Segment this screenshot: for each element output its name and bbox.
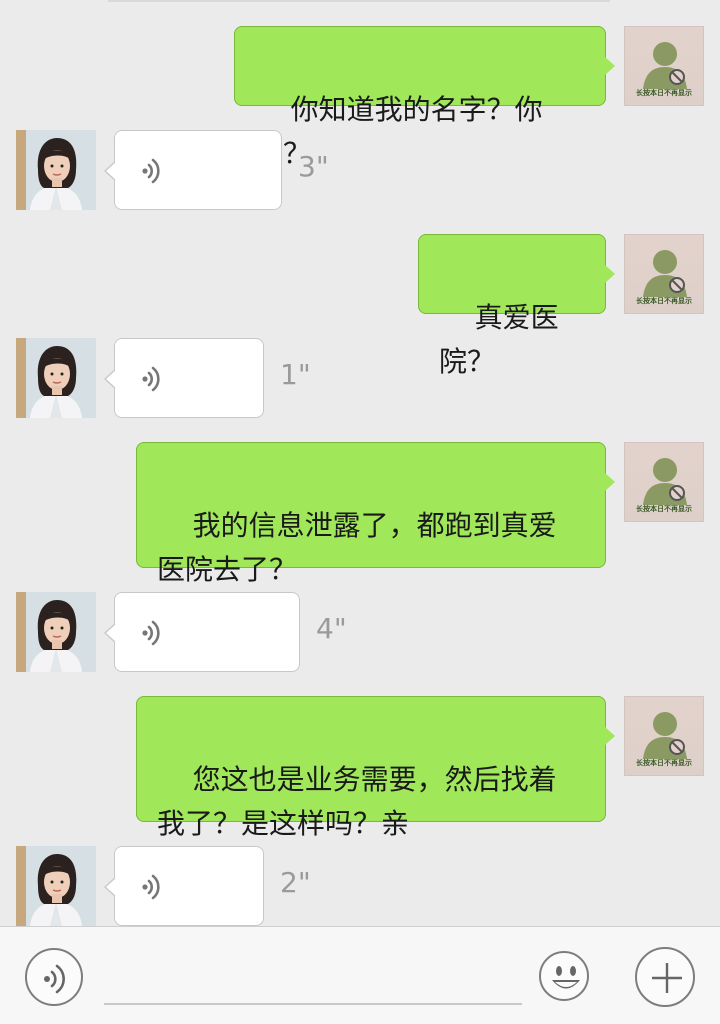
my-avatar[interactable]: 长按本日不再显示	[624, 26, 704, 106]
outgoing-message-bubble[interactable]: 你知道我的名字？你是？	[234, 26, 615, 170]
voice-duration: 2"	[280, 866, 311, 899]
message-text: 真爱医院？	[439, 301, 559, 378]
more-button[interactable]	[635, 947, 695, 1007]
voice-wave-icon	[142, 874, 160, 900]
voice-message-bubble[interactable]	[104, 130, 282, 210]
contact-photo	[16, 592, 96, 672]
smiley-icon	[552, 966, 580, 989]
contact-avatar[interactable]	[16, 846, 96, 926]
contact-photo	[16, 130, 96, 210]
chat-input-bar	[0, 926, 720, 1024]
voice-wave-icon	[142, 366, 160, 392]
voice-message-bubble[interactable]	[104, 846, 264, 926]
contact-avatar[interactable]	[16, 592, 96, 672]
outgoing-message-bubble[interactable]: 您这也是业务需要，然后找着 我了？是这样吗？亲	[136, 696, 615, 840]
emoji-button[interactable]	[539, 951, 589, 1001]
message-input[interactable]	[104, 941, 522, 1005]
avatar-caption: 长按本日不再显示	[636, 89, 692, 97]
contact-photo	[16, 338, 96, 418]
message-text: 我的信息泄露了，都跑到真爱 医院去了？	[157, 509, 557, 586]
outgoing-message-bubble[interactable]: 真爱医院？	[418, 234, 615, 378]
contact-avatar[interactable]	[16, 338, 96, 418]
plus-icon	[652, 963, 682, 993]
my-avatar[interactable]: 长按本日不再显示	[624, 696, 704, 776]
avatar-caption: 长按本日不再显示	[636, 297, 692, 305]
voice-wave-icon	[142, 620, 160, 646]
my-avatar[interactable]: 长按本日不再显示	[624, 234, 704, 314]
voice-message-bubble[interactable]	[104, 592, 300, 672]
chat-screen: 你知道我的名字？你是？ 长按本日不再显示 3" 真爱医院？ 长按本日不再显示 1…	[0, 0, 720, 1024]
voice-toggle-button[interactable]	[25, 948, 83, 1006]
avatar-caption: 长按本日不再显示	[636, 759, 692, 767]
previous-message-edge	[108, 0, 610, 2]
my-avatar[interactable]: 长按本日不再显示	[624, 442, 704, 522]
contact-avatar[interactable]	[16, 130, 96, 210]
outgoing-message-bubble[interactable]: 我的信息泄露了，都跑到真爱 医院去了？	[136, 442, 615, 586]
voice-wave-icon	[44, 964, 65, 994]
avatar-caption: 长按本日不再显示	[636, 505, 692, 513]
voice-duration: 4"	[316, 612, 347, 645]
contact-photo	[16, 846, 96, 926]
voice-duration: 3"	[298, 150, 329, 183]
voice-duration: 1"	[280, 358, 311, 391]
voice-wave-icon	[142, 158, 160, 184]
message-text: 您这也是业务需要，然后找着 我了？是这样吗？亲	[157, 763, 557, 840]
voice-message-bubble[interactable]	[104, 338, 264, 418]
